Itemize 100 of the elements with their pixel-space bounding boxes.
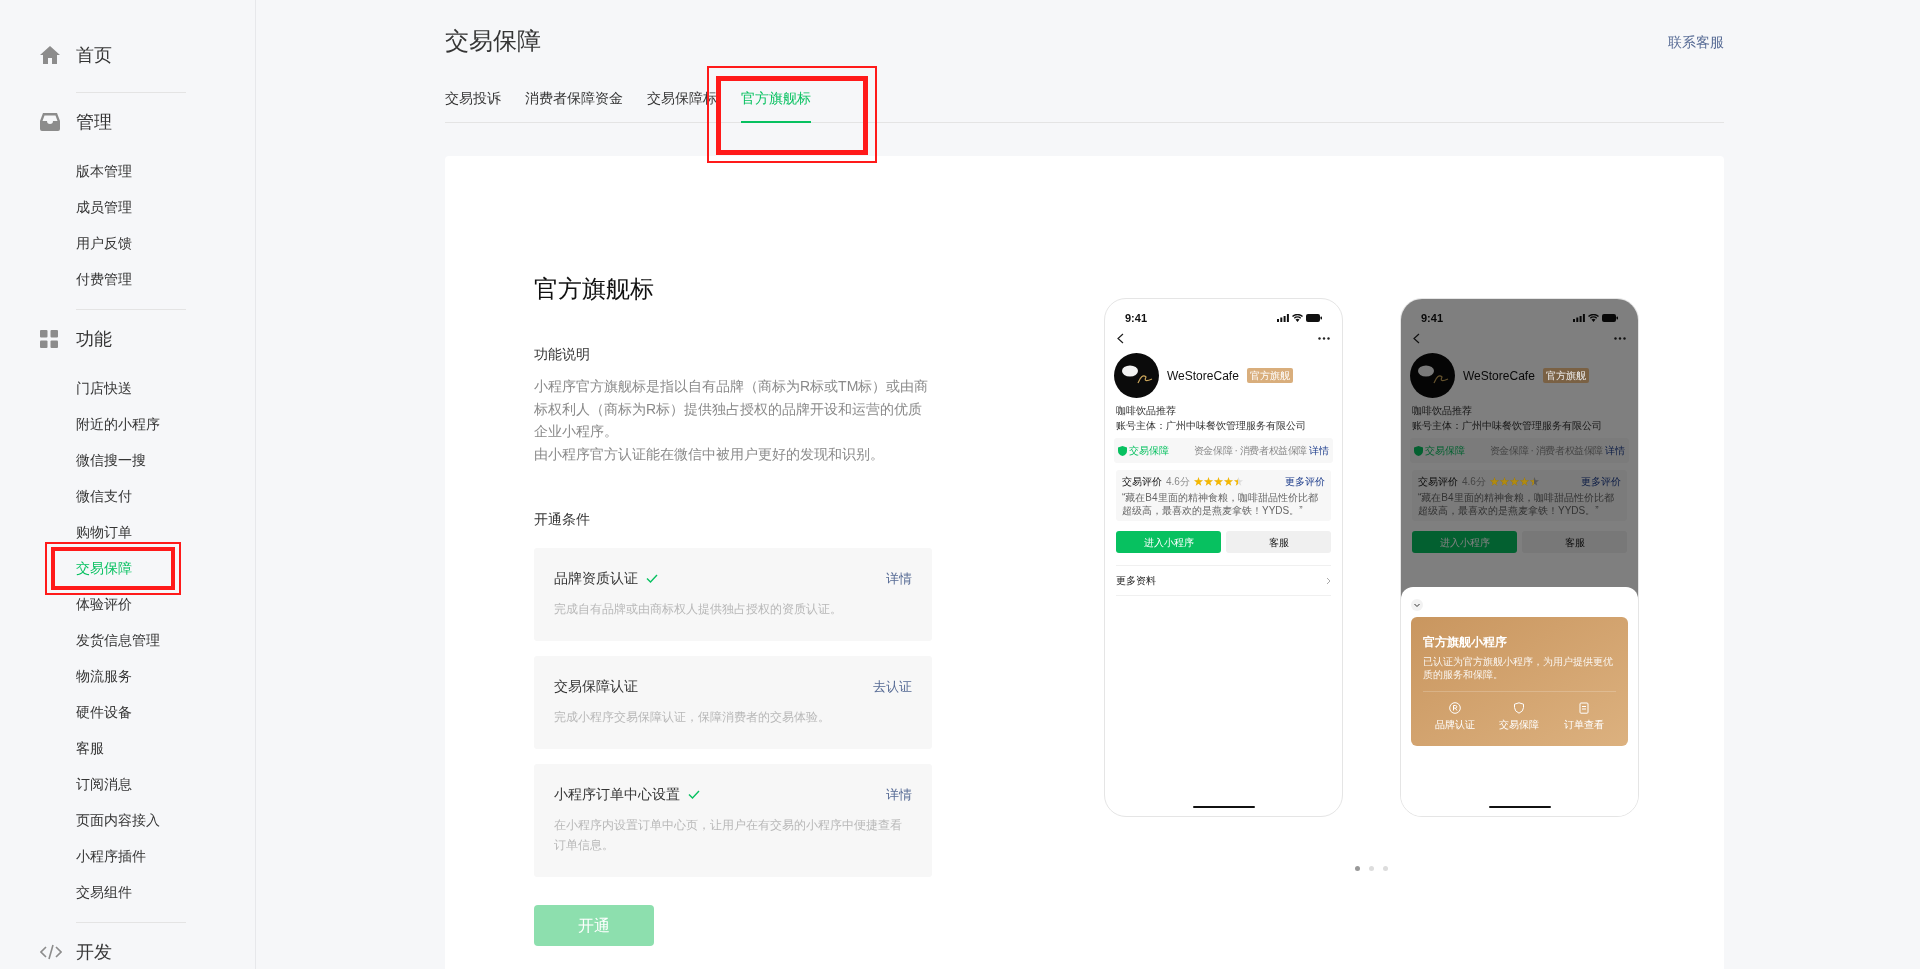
condition-action-link[interactable]: 详情	[886, 784, 912, 805]
more-info-row[interactable]: 更多资料	[1116, 565, 1331, 596]
condition-title: 品牌资质认证	[554, 569, 638, 588]
star-icon	[1203, 477, 1213, 486]
guarantee-label: 交易保障	[1425, 444, 1465, 458]
condition-title: 小程序订单中心设置	[554, 785, 680, 804]
collapse-icon	[1411, 599, 1423, 611]
logo-icon	[1114, 353, 1159, 398]
star-icon	[1193, 477, 1203, 486]
details-link[interactable]: 详情	[1605, 443, 1625, 458]
clipboard-icon	[1577, 702, 1590, 714]
account-subject: 账号主体：广州中味餐饮管理服务有限公司	[1412, 419, 1603, 432]
review-label: 交易评价	[1418, 475, 1458, 489]
more-reviews-link[interactable]: 更多评价	[1581, 474, 1621, 489]
battery-icon	[1306, 314, 1322, 322]
description-heading: 功能说明	[534, 345, 591, 364]
logo-icon	[1410, 353, 1455, 398]
sidebar-item[interactable]: 微信支付	[76, 488, 132, 504]
guarantee-detail: 资金保障 · 消费者权益保障	[1193, 444, 1307, 458]
review-label: 交易评价	[1122, 475, 1162, 489]
sidebar-item[interactable]: 交易组件	[76, 884, 132, 900]
sheet-description: 已认证为官方旗舰小程序，为用户提供更优质的服务和保障。	[1423, 655, 1614, 681]
condition-note: 完成小程序交易保障认证，保障消费者的交易体验。	[554, 709, 831, 726]
merchant-name: WeStoreCafe	[1167, 367, 1239, 385]
back-icon	[1413, 332, 1420, 344]
review-score: 4.6分	[1166, 475, 1190, 489]
sidebar-item[interactable]: 小程序插件	[76, 848, 146, 864]
star-icon	[1489, 477, 1499, 486]
sidebar-item[interactable]: 体验评价	[76, 596, 132, 612]
merchant-category: 咖啡饮品推荐	[1412, 404, 1473, 417]
more-icon	[1318, 336, 1330, 340]
merchant-category: 咖啡饮品推荐	[1116, 404, 1177, 417]
sidebar-item[interactable]: 附近的小程序	[76, 416, 160, 432]
sidebar-item[interactable]: 客服	[76, 740, 104, 756]
official-badge: 官方旗舰	[1246, 368, 1293, 383]
star-icon	[1509, 477, 1519, 486]
sheet-title: 官方旗舰小程序	[1423, 634, 1508, 651]
tab[interactable]: 消费者保障资金	[525, 88, 623, 123]
condition-action-link[interactable]: 详情	[886, 568, 912, 589]
condition-action-link[interactable]: 去认证	[873, 676, 912, 697]
sidebar-item[interactable]: 页面内容接入	[76, 812, 160, 828]
tab[interactable]: 交易投诉	[445, 88, 501, 123]
details-link[interactable]: 详情	[1309, 443, 1329, 458]
sidebar-section-title[interactable]: 首页	[76, 41, 112, 69]
contact-support-link[interactable]: 联系客服	[1668, 32, 1724, 53]
guarantee-label: 交易保障	[1129, 444, 1169, 458]
status-time: 9:41	[1125, 310, 1148, 326]
section-title: 官方旗舰标	[534, 274, 655, 304]
star-icon	[1499, 477, 1509, 486]
condition-note: 完成自有品牌或由商标权人提供独占授权的资质认证。	[554, 601, 843, 618]
star-icon	[1213, 477, 1223, 486]
sidebar-item[interactable]: 发货信息管理	[76, 632, 160, 648]
back-icon	[1117, 332, 1124, 344]
wifi-icon	[1588, 314, 1599, 322]
description-paragraph: 由小程序官方认证能在微信中被用户更好的发现和识别。	[534, 444, 885, 464]
home-indicator	[1488, 805, 1551, 808]
merchant-name: WeStoreCafe	[1463, 367, 1535, 385]
condition-title: 交易保障认证	[554, 677, 638, 696]
review-quote: “藏在B4里面的精神食粮，咖啡甜品性价比都超级高，最喜欢的是燕麦拿铁！YYDS。”	[1122, 491, 1319, 517]
home-indicator	[1192, 805, 1255, 808]
sidebar-item[interactable]: 微信搜一搜	[76, 452, 146, 468]
sidebar-item[interactable]: 物流服务	[76, 668, 132, 684]
check-icon	[646, 574, 658, 583]
official-badge: 官方旗舰	[1542, 368, 1589, 383]
check-icon	[688, 790, 700, 799]
sidebar-item[interactable]: 付费管理	[76, 271, 132, 287]
status-time: 9:41	[1421, 310, 1444, 326]
grid-icon	[40, 330, 58, 348]
inbox-icon	[40, 113, 60, 131]
sidebar-item[interactable]: 用户反馈	[76, 235, 132, 251]
sidebar-section-title[interactable]: 开发	[76, 938, 112, 966]
sidebar-item[interactable]: 订阅消息	[76, 776, 132, 792]
code-icon	[40, 944, 62, 960]
conditions-heading: 开通条件	[534, 510, 591, 529]
shield-icon	[1118, 445, 1127, 456]
battery-icon	[1602, 314, 1618, 322]
more-icon	[1614, 336, 1626, 340]
more-reviews-link[interactable]: 更多评价	[1285, 474, 1325, 489]
sidebar-section-title[interactable]: 管理	[76, 108, 112, 136]
sidebar-section-title[interactable]: 功能	[76, 325, 112, 353]
wifi-icon	[1292, 314, 1303, 322]
star-icon	[1223, 477, 1233, 486]
chevron-right-icon	[1326, 576, 1331, 585]
service-button[interactable]: 客服	[1522, 531, 1627, 553]
sidebar-item[interactable]: 硬件设备	[76, 704, 132, 720]
description-paragraph: 小程序官方旗舰标是指以自有品牌（商标为R标或TM标）或由商标权利人（商标为R标）提供独占授权的品牌开设和运营的优质企业小程序。	[534, 377, 930, 441]
sidebar-item[interactable]: 购物订单	[76, 524, 132, 540]
star-icon	[1233, 477, 1243, 486]
account-subject: 账号主体：广州中味餐饮管理服务有限公司	[1116, 419, 1307, 432]
sidebar-item[interactable]: 门店快送	[76, 380, 132, 396]
star-icon	[1529, 477, 1539, 486]
service-button[interactable]: 客服	[1226, 531, 1331, 553]
feature-label: 交易保障	[1499, 718, 1540, 732]
signal-icon	[1573, 314, 1585, 322]
registered-icon	[1449, 702, 1462, 714]
shield-icon	[1513, 702, 1526, 714]
sidebar-item[interactable]: 版本管理	[76, 163, 132, 179]
page-title: 交易保障	[445, 26, 541, 56]
sidebar-item[interactable]: 成员管理	[76, 199, 132, 215]
home-icon	[40, 46, 60, 64]
